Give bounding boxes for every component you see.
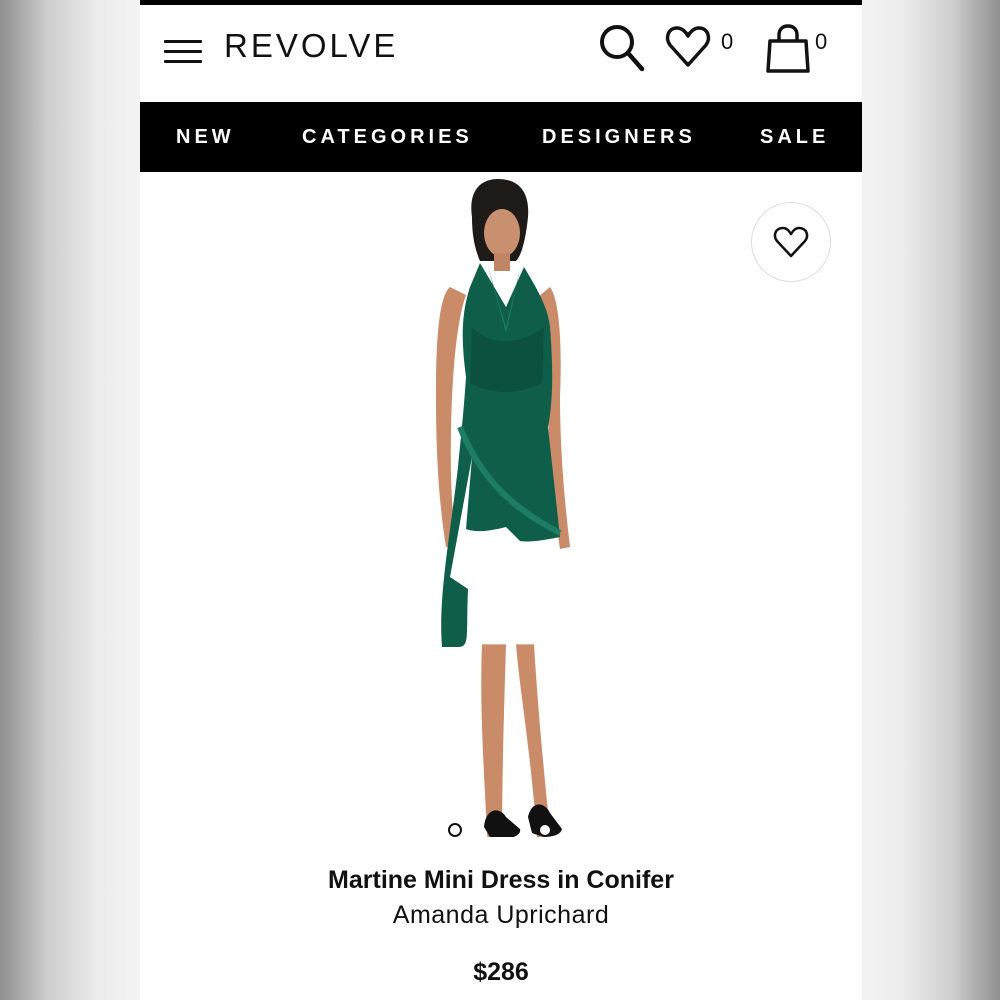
search-icon[interactable] (598, 23, 646, 77)
shopping-bag-icon[interactable] (764, 23, 812, 79)
category-nav: NEW CATEGORIES DESIGNERS SALE (140, 102, 862, 172)
wishlist-count: 0 (721, 29, 734, 54)
carousel-indicators (448, 823, 552, 837)
nav-new[interactable]: NEW (176, 126, 235, 149)
site-header: REVOLVE 0 0 (140, 5, 862, 102)
menu-icon[interactable] (164, 40, 202, 64)
heart-icon (773, 226, 809, 258)
revolve-logo[interactable]: REVOLVE (224, 27, 398, 65)
product-designer[interactable]: Amanda Uprichard (140, 901, 862, 930)
mobile-page: REVOLVE 0 0 NEW CATEGORIES DESIGNERS SAL… (140, 0, 862, 1000)
nav-categories[interactable]: CATEGORIES (302, 126, 473, 149)
carousel-dot-1[interactable] (448, 823, 462, 837)
wishlist-heart-icon[interactable] (664, 23, 712, 75)
nav-designers[interactable]: DESIGNERS (542, 126, 696, 149)
add-to-wishlist-button[interactable] (751, 202, 831, 282)
product-image-carousel[interactable] (140, 172, 862, 862)
nav-sale[interactable]: SALE (760, 126, 829, 149)
product-photo (436, 179, 570, 837)
product-price: $286 (473, 958, 529, 986)
bag-count: 0 (815, 29, 828, 54)
carousel-dot-2[interactable] (538, 823, 552, 837)
product-title: Martine Mini Dress in Conifer (328, 866, 674, 894)
left-backdrop (0, 0, 140, 1000)
right-backdrop (862, 0, 1000, 1000)
